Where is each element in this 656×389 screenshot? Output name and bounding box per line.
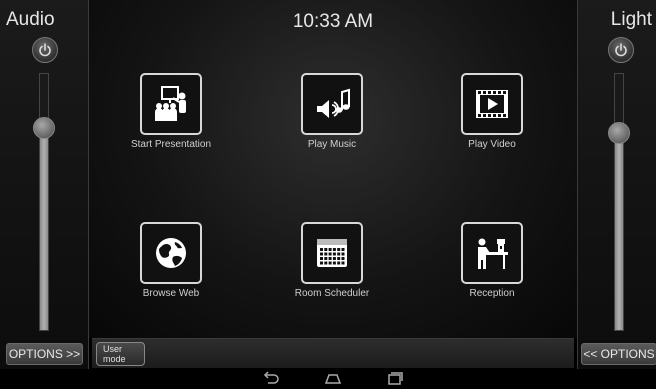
light-title: Light (610, 9, 652, 30)
light-options-button[interactable]: << OPTIONS (581, 343, 656, 365)
tile-label: Browse Web (142, 288, 200, 299)
tile-label: Play Music (307, 139, 357, 150)
light-panel: Light << OPTIONS (577, 0, 656, 369)
audio-title: Audio (6, 9, 55, 30)
light-power-button[interactable] (608, 37, 634, 63)
audio-volume-slider[interactable] (33, 73, 55, 331)
calendar-icon (301, 222, 363, 284)
power-icon (39, 43, 51, 57)
user-mode-button[interactable]: User mode (96, 342, 145, 366)
clock: 10:33 AM (292, 11, 374, 32)
tile-room-scheduler[interactable]: Room Scheduler (272, 222, 392, 299)
recent-apps-icon[interactable] (386, 371, 404, 389)
audio-options-button[interactable]: OPTIONS >> (6, 343, 83, 365)
bottom-bar: User mode (92, 338, 574, 368)
audio-slider-thumb[interactable] (33, 117, 55, 139)
power-icon (615, 43, 627, 57)
tile-start-presentation[interactable]: Start Presentation (111, 73, 231, 150)
user-mode-line2: mode (103, 354, 126, 364)
system-nav-bar (0, 369, 656, 389)
home-icon[interactable] (324, 371, 342, 389)
tile-reception[interactable]: Reception (432, 222, 552, 299)
tile-label: Start Presentation (130, 139, 212, 150)
video-icon (461, 73, 523, 135)
tile-label: Reception (469, 288, 515, 299)
globe-icon (140, 222, 202, 284)
reception-icon (461, 222, 523, 284)
light-slider-thumb[interactable] (608, 122, 630, 144)
back-icon[interactable] (262, 371, 280, 389)
tile-label: Room Scheduler (294, 288, 370, 299)
light-slider-fill (615, 133, 623, 330)
tile-label: Play Video (468, 139, 516, 150)
audio-slider-fill (40, 128, 48, 330)
tile-play-video[interactable]: Play Video (432, 73, 552, 150)
music-icon (301, 73, 363, 135)
tile-browse-web[interactable]: Browse Web (111, 222, 231, 299)
audio-power-button[interactable] (32, 37, 58, 63)
main-area: 10:33 AM Start Presentation Play Music P… (89, 0, 577, 338)
presentation-icon (140, 73, 202, 135)
audio-panel: Audio OPTIONS >> (0, 0, 89, 369)
tile-play-music[interactable]: Play Music (272, 73, 392, 150)
user-mode-line1: User (103, 344, 123, 354)
light-level-slider[interactable] (608, 73, 630, 331)
